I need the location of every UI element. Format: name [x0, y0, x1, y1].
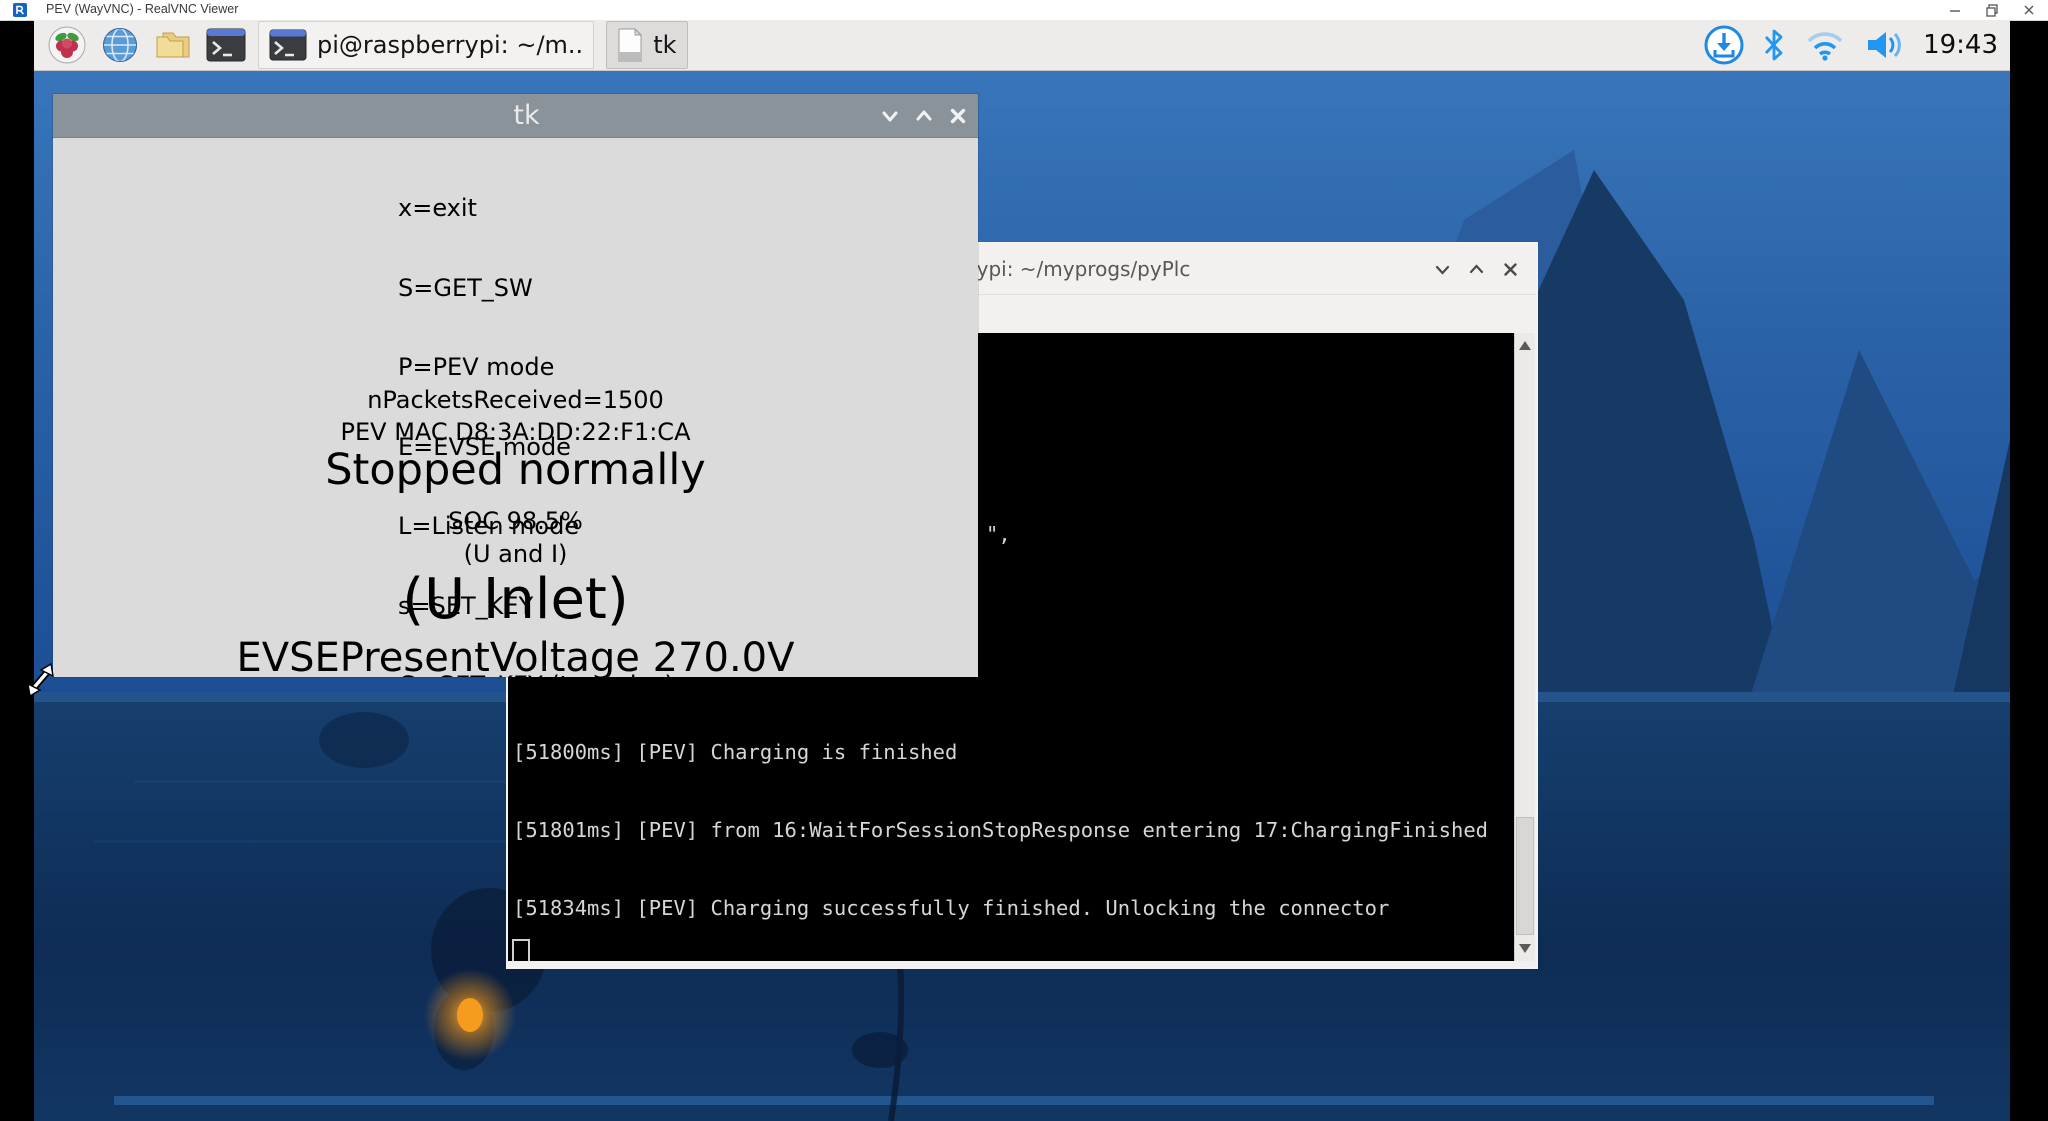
taskbar: pi@raspberrypi: ~/m.. tk — [34, 20, 2010, 71]
tk-close-button[interactable] — [947, 106, 968, 127]
taskbar-window-tk-label: tk — [653, 31, 676, 59]
terminal-log-fragment: ", — [986, 522, 1011, 546]
taskbar-clock[interactable]: 19:43 — [1923, 30, 1998, 60]
terminal-launcher-button[interactable] — [206, 25, 246, 65]
terminal-scrollbar[interactable] — [1514, 333, 1535, 961]
taskbar-window-terminal[interactable]: pi@raspberrypi: ~/m.. — [258, 21, 594, 69]
vnc-restore-button[interactable] — [1984, 2, 2000, 18]
tk-mac-label: PEV MAC D8:3A:DD:22:F1:CA — [53, 418, 978, 446]
tk-title: tk — [53, 94, 978, 138]
terminal-icon — [269, 29, 307, 61]
tk-inlet-label: (U Inlet) — [53, 572, 978, 628]
tk-status-label: Stopped normally — [53, 448, 978, 493]
taskbar-window-tk[interactable]: tk — [606, 21, 687, 69]
terminal-maximize-button[interactable] — [1467, 260, 1486, 279]
web-browser-button[interactable] — [100, 25, 140, 65]
log-line: [51834ms] [PEV] Charging successfully fi… — [513, 895, 1488, 921]
tk-iconify-button[interactable] — [879, 106, 900, 127]
terminal-log: [51800ms] [PEV] Charging is finished [51… — [513, 687, 1488, 961]
tk-packets-label: nPacketsReceived=1500 — [53, 386, 978, 414]
realvnc-logo-icon — [13, 3, 27, 17]
bluetooth-icon[interactable] — [1762, 28, 1786, 62]
log-line: [51801ms] [PEV] from 16:WaitForSessionSt… — [513, 817, 1488, 843]
updates-icon[interactable] — [1703, 24, 1745, 66]
scrollbar-down-arrow[interactable] — [1519, 944, 1531, 953]
tk-window-body: x=exit S=GET_SW P=PEV mode E=EVSE mode L… — [53, 138, 978, 677]
tk-voltage-label: EVSEPresentVoltage 270.0V — [53, 638, 978, 677]
raspberry-menu-button[interactable] — [47, 25, 87, 65]
tk-maximize-button[interactable] — [913, 106, 934, 127]
tk-mode-label: (U and I) — [53, 540, 978, 568]
terminal-iconify-button[interactable] — [1433, 260, 1452, 279]
status-tray: 19:43 — [1703, 20, 1998, 70]
file-manager-button[interactable] — [153, 25, 193, 65]
tk-page-icon — [617, 28, 643, 62]
scrollbar-up-arrow[interactable] — [1519, 341, 1531, 350]
terminal-cursor — [512, 939, 530, 961]
vnc-minimize-button[interactable] — [1947, 2, 1963, 18]
terminal-close-button[interactable] — [1501, 260, 1520, 279]
vnc-close-button[interactable] — [2021, 2, 2037, 18]
vnc-window-title: PEV (WayVNC) - RealVNC Viewer — [46, 2, 238, 16]
log-line: [51800ms] [PEV] Charging is finished — [513, 739, 1488, 765]
scrollbar-thumb[interactable] — [1516, 817, 1534, 935]
vnc-titlebar[interactable]: PEV (WayVNC) - RealVNC Viewer — [0, 0, 2048, 21]
tk-titlebar[interactable]: tk — [53, 94, 978, 138]
resize-cursor-icon — [26, 661, 56, 697]
wifi-icon[interactable] — [1803, 28, 1847, 62]
remote-desktop: pi@raspberrypi: ~/m.. tk — [34, 20, 2010, 1121]
volume-icon[interactable] — [1864, 28, 1906, 62]
taskbar-window-terminal-label: pi@raspberrypi: ~/m.. — [317, 31, 583, 59]
tk-soc-label: SOC 98.5% — [53, 507, 978, 535]
